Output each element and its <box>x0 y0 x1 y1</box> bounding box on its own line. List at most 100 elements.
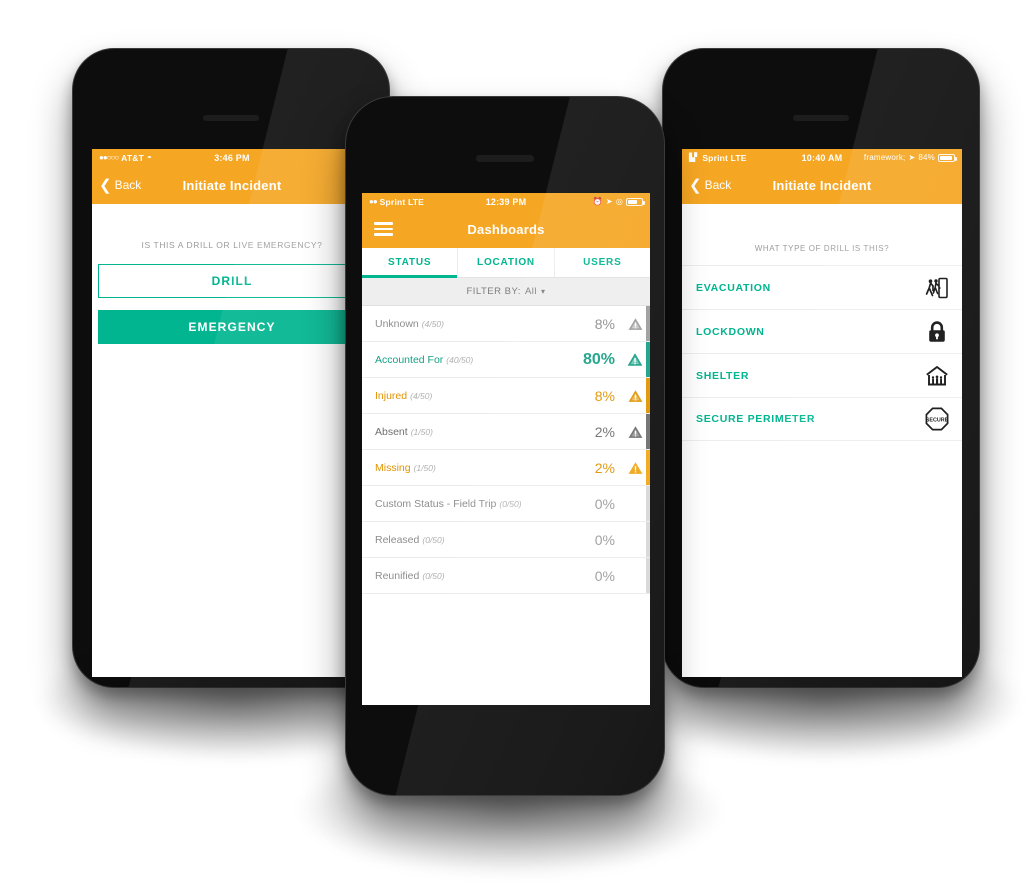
status-percent: 2% <box>594 423 615 440</box>
location-arrow-icon: ➤ <box>605 197 613 206</box>
nav-bar: Dashboards <box>362 210 650 248</box>
status-accent-bar <box>646 414 650 449</box>
warning-triangle-icon <box>624 317 646 331</box>
tab-users[interactable]: USERS <box>555 248 650 277</box>
status-row-absent[interactable]: Absent (1/50) 2% <box>362 414 650 450</box>
filter-bar[interactable]: FILTER BY: All ▾ <box>362 278 650 306</box>
warning-triangle-icon <box>624 389 646 403</box>
ios-status-bar: ▙▘ Sprint LTE 10:40 AM framework; ➤ 84% <box>682 149 962 166</box>
chevron-left-icon: ❮ <box>99 176 112 194</box>
warning-triangle-icon <box>624 425 646 439</box>
back-label: Back <box>114 178 142 192</box>
bluetooth-icon: ◎ <box>615 197 623 206</box>
nav-bar: ❮ Back Initiate Incident <box>682 166 962 204</box>
status-name: Injured (4/50) <box>375 389 433 402</box>
drill-option-secure-perimeter[interactable]: SECURE PERIMETER SECURE <box>682 397 962 441</box>
status-accent-bar <box>646 522 650 557</box>
drill-button[interactable]: DRILL <box>98 264 366 298</box>
signal-dots-icon: ●●○○○ <box>99 153 119 162</box>
status-accent-bar <box>646 378 650 413</box>
drill-type-body: WHAT TYPE OF DRILL IS THIS? EVACUATION L… <box>682 204 962 677</box>
emergency-button[interactable]: EMERGENCY <box>98 310 366 344</box>
status-row-missing[interactable]: Missing (1/50) 2% <box>362 450 650 486</box>
ios-status-bar: ●● Sprint LTE 12:39 PM ⏰ ➤ ◎ <box>362 193 650 210</box>
drill-option-label: SECURE PERIMETER <box>696 413 816 425</box>
battery-percent-label: 84% <box>918 153 935 162</box>
earpiece-speaker <box>793 115 849 121</box>
signal-bars-icon: ▙▘ <box>689 153 700 162</box>
status-row-custom-field-trip[interactable]: Custom Status - Field Trip (0/50) 0% <box>362 486 650 522</box>
carrier-label: Sprint LTE <box>379 196 425 207</box>
status-percent: 8% <box>594 315 615 332</box>
status-row-injured[interactable]: Injured (4/50) 8% <box>362 378 650 414</box>
phone-device-right: ▙▘ Sprint LTE 10:40 AM framework; ➤ 84% … <box>662 48 980 688</box>
phone-device-center: ●● Sprint LTE 12:39 PM ⏰ ➤ ◎ Dashboards <box>345 96 665 796</box>
back-button[interactable]: ❮ Back <box>92 178 141 193</box>
status-name: Released (0/50) <box>375 533 445 546</box>
chevron-left-icon: ❮ <box>689 176 702 194</box>
status-name: Missing (1/50) <box>375 461 436 474</box>
status-accent-bar <box>646 450 650 485</box>
drill-option-shelter[interactable]: SHELTER <box>682 353 962 397</box>
wifi-icon: ◓ <box>147 153 153 162</box>
status-name: Absent (1/50) <box>375 425 433 438</box>
shelter-house-icon <box>924 363 950 389</box>
hamburger-menu-icon[interactable] <box>362 222 393 236</box>
drill-option-lockdown[interactable]: LOCKDOWN <box>682 309 962 353</box>
drill-option-label: LOCKDOWN <box>696 325 765 338</box>
status-percent: 0% <box>594 567 615 584</box>
prompt-text: IS THIS A DRILL OR LIVE EMERGENCY? <box>141 240 323 250</box>
back-label: Back <box>704 178 732 192</box>
status-percent: 0% <box>594 495 615 512</box>
padlock-icon <box>924 319 950 345</box>
status-percent: 0% <box>594 531 615 548</box>
battery-icon <box>626 197 645 206</box>
battery-icon <box>938 153 957 162</box>
earpiece-speaker <box>476 155 534 162</box>
drill-option-evacuation[interactable]: EVACUATION <box>682 265 962 309</box>
carrier-label: AT&T <box>121 152 145 163</box>
prompt-text: WHAT TYPE OF DRILL IS THIS? <box>754 244 890 253</box>
rotation-lock-icon: framework; <box>863 153 906 162</box>
ios-status-bar: ●●○○○ AT&T ◓ 3:46 PM <box>92 149 372 166</box>
phone-right-screen: ▙▘ Sprint LTE 10:40 AM framework; ➤ 84% … <box>682 149 962 677</box>
incident-type-body: IS THIS A DRILL OR LIVE EMERGENCY? DRILL… <box>92 204 372 677</box>
status-row-reunified[interactable]: Reunified (0/50) 0% <box>362 558 650 594</box>
phone-device-left: ●●○○○ AT&T ◓ 3:46 PM ❮ Back Initiate Inc… <box>72 48 390 688</box>
phone-center-screen: ●● Sprint LTE 12:39 PM ⏰ ➤ ◎ Dashboards <box>362 193 650 705</box>
alarm-icon: ⏰ <box>592 197 603 206</box>
secure-stop-sign-icon: SECURE <box>924 406 950 432</box>
back-button[interactable]: ❮ Back <box>682 178 731 193</box>
status-name: Unknown (4/50) <box>375 317 444 330</box>
drill-option-label: EVACUATION <box>696 281 771 294</box>
status-row-unknown[interactable]: Unknown (4/50) 8% <box>362 306 650 342</box>
status-percent: 2% <box>594 459 615 476</box>
drill-option-label: SHELTER <box>696 369 750 382</box>
status-list: Unknown (4/50) 8% Accounted For (40/50) 80… <box>362 306 650 594</box>
dashboard-tabs: STATUS LOCATION USERS <box>362 248 650 278</box>
status-name: Reunified (0/50) <box>375 569 445 582</box>
status-name: Accounted For (40/50) <box>375 353 474 366</box>
page-title: Dashboards <box>467 221 545 237</box>
status-name: Custom Status - Field Trip (0/50) <box>375 497 522 510</box>
tab-location[interactable]: LOCATION <box>458 248 555 277</box>
warning-triangle-icon <box>624 352 646 367</box>
svg-text:SECURE: SECURE <box>926 417 949 423</box>
status-row-accounted-for[interactable]: Accounted For (40/50) 80% <box>362 342 650 378</box>
status-accent-bar <box>646 342 650 377</box>
nav-bar: ❮ Back Initiate Incident <box>92 166 372 204</box>
phones-stage: ●●○○○ AT&T ◓ 3:46 PM ❮ Back Initiate Inc… <box>0 0 1025 888</box>
status-accent-bar <box>646 306 650 341</box>
chevron-down-icon: ▾ <box>541 287 546 296</box>
filter-label: FILTER BY: <box>466 286 521 297</box>
carrier-label: Sprint LTE <box>702 152 747 163</box>
status-percent: 80% <box>582 350 615 368</box>
signal-dots-icon: ●● <box>369 197 378 206</box>
tab-status[interactable]: STATUS <box>362 248 459 278</box>
status-percent: 8% <box>594 387 615 404</box>
location-arrow-icon: ➤ <box>908 153 916 162</box>
evacuation-exit-icon <box>924 275 950 301</box>
status-row-released[interactable]: Released (0/50) 0% <box>362 522 650 558</box>
status-accent-bar <box>646 558 650 593</box>
earpiece-speaker <box>203 115 259 121</box>
